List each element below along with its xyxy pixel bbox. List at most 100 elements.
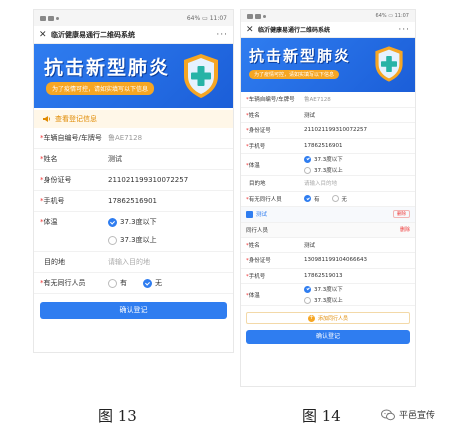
submit-button[interactable]: 确认登记	[40, 302, 227, 319]
vehicle-value: 鲁AE7128	[304, 97, 331, 104]
companions-label: *有无同行人员	[246, 196, 282, 203]
banner-subtitle: 为了疫情可控，请如实填写以下信息	[249, 70, 340, 79]
banner-subtitle: 为了疫情可控，请如实填写以下信息	[46, 82, 155, 95]
temperature-row: *体温 37.3度以下 37.3度以上	[241, 154, 415, 176]
battery-icon: ▭	[202, 14, 210, 22]
temp-above-radio[interactable]: 37.3度以上	[108, 235, 157, 245]
temp-above-radio[interactable]: 37.3度以上	[304, 166, 343, 174]
signal-icons	[40, 15, 59, 21]
destination-input[interactable]: 请输入目的地	[304, 179, 337, 187]
id-input[interactable]: 211021199310072257	[304, 127, 367, 133]
id-row: *身份证号 211021199310072257	[34, 170, 233, 191]
screenshot-figure-13: 64% ▭ 11:07 ✕ 临沂健康易通行二维码系统 ··· 抗击新型肺炎 为了…	[33, 9, 234, 353]
name-label: *姓名	[246, 112, 260, 119]
id-row: *身份证号 211021199310072257	[241, 123, 415, 139]
battery-text: 64%	[375, 13, 387, 19]
banner-title: 抗击新型肺炎	[249, 47, 352, 65]
vehicle-row: *车辆自编号/车牌号 鲁AE7128	[34, 128, 233, 149]
page-title: 临沂健康易通行二维码系统	[51, 30, 135, 39]
temperature-label: *体温	[40, 218, 58, 226]
temp-below-radio[interactable]: 37.3度以下	[304, 155, 343, 163]
name-input[interactable]: 测试	[304, 111, 315, 119]
companions-yes-radio[interactable]: 有	[108, 278, 127, 288]
companion-id-row: *身份证号 130981199104066643	[241, 253, 415, 269]
plus-circle-icon: +	[307, 313, 315, 322]
phone-input[interactable]: 17862516901	[108, 197, 157, 205]
companion-select-row: 测试 删除	[241, 207, 415, 223]
submit-button[interactable]: 确认登记	[246, 330, 410, 344]
companion-temp-below-radio[interactable]: 37.3度以下	[304, 285, 343, 293]
delete-companion-chip[interactable]: 删除	[393, 210, 410, 219]
id-label: *身份证号	[246, 128, 271, 135]
radio-unchecked-icon	[331, 195, 339, 203]
view-registration-link[interactable]: 查看登记信息	[34, 110, 233, 128]
temperature-label: *体温	[246, 162, 260, 169]
radio-unchecked-icon	[108, 278, 117, 288]
wifi-icon	[255, 13, 261, 19]
figure-14-caption: 图 14	[302, 407, 341, 425]
close-icon[interactable]: ✕	[39, 30, 51, 40]
wechat-icon	[381, 409, 395, 420]
companions-no-radio[interactable]: 无	[143, 278, 162, 288]
companion-temp-above-radio[interactable]: 37.3度以上	[304, 296, 343, 304]
radio-checked-icon	[304, 195, 311, 203]
notification-dot-icon	[56, 16, 59, 20]
id-input[interactable]: 211021199310072257	[108, 176, 188, 184]
id-label: *身份证号	[40, 176, 72, 184]
sim-icon	[247, 13, 253, 19]
page-title: 临沂健康易通行二维码系统	[258, 27, 331, 34]
companions-no-radio[interactable]: 无	[331, 195, 347, 203]
radio-unchecked-icon	[108, 235, 117, 245]
companion-phone-label: *手机号	[246, 273, 266, 280]
checkbox-checked-icon	[246, 210, 253, 218]
notification-dot-icon	[263, 14, 266, 18]
companion-section-header: 同行人员 删除	[241, 222, 415, 238]
companions-row: *有无同行人员 有 无	[34, 273, 233, 294]
vehicle-label: *车辆自编号/车牌号	[246, 97, 295, 104]
companion-name-input[interactable]: 测试	[304, 241, 315, 249]
time-text: 11:07	[209, 14, 227, 22]
add-companion-label: 添加同行人员	[317, 315, 348, 322]
temperature-row: *体温 37.3度以下 37.3度以上	[34, 212, 233, 252]
companion-temperature-row: *体温 37.3度以下 37.3度以上	[241, 284, 415, 306]
shield-cross-icon	[375, 46, 403, 82]
companion-phone-row: *手机号 17862519013	[241, 269, 415, 284]
companion-phone-input[interactable]: 17862519013	[304, 273, 343, 279]
status-bar: 64% ▭ 11:07	[241, 10, 415, 22]
close-icon[interactable]: ✕	[246, 25, 258, 35]
vehicle-value: 鲁AE7128	[108, 134, 143, 142]
radio-unchecked-icon	[304, 166, 311, 174]
name-input[interactable]: 测试	[108, 154, 122, 164]
companion-id-input[interactable]: 130981199104066643	[304, 257, 367, 263]
screenshot-figure-14: 64% ▭ 11:07 ✕ 临沂健康易通行二维码系统 ··· 抗击新型肺炎 为了…	[240, 9, 416, 387]
companion-name-label: *姓名	[246, 242, 260, 249]
companion-checkbox[interactable]: 测试	[246, 210, 267, 218]
phone-input[interactable]: 17862516901	[304, 143, 343, 149]
phone-label: *手机号	[40, 197, 65, 205]
signal-icons	[247, 13, 266, 19]
notice-text: 查看登记信息	[55, 115, 97, 123]
time-text: 11:07	[394, 13, 409, 19]
destination-input[interactable]: 请输入目的地	[108, 257, 150, 267]
battery-text: 64%	[186, 14, 201, 22]
companions-label: *有无同行人员	[40, 279, 86, 287]
radio-checked-icon	[143, 278, 152, 288]
phone-label: *手机号	[246, 143, 266, 150]
shield-cross-icon	[184, 54, 218, 98]
app-title-bar: ✕ 临沂健康易通行二维码系统 ···	[34, 26, 233, 44]
speaker-icon	[43, 116, 51, 122]
vehicle-label: *车辆自编号/车牌号	[40, 134, 102, 142]
status-bar: 64% ▭ 11:07	[34, 10, 233, 26]
companions-yes-radio[interactable]: 有	[304, 195, 320, 203]
companion-section-title: 同行人员	[246, 227, 269, 234]
companion-name-row: *姓名 测试	[241, 238, 415, 253]
companion-temperature-label: *体温	[246, 292, 260, 299]
temp-below-radio[interactable]: 37.3度以下	[108, 217, 157, 227]
more-menu-icon[interactable]: ···	[398, 25, 410, 35]
vehicle-row: *车辆自编号/车牌号 鲁AE7128	[241, 92, 415, 108]
watermark-text: 平邑宣传	[399, 411, 436, 421]
add-companion-button[interactable]: + 添加同行人员	[246, 312, 410, 324]
delete-companion-button[interactable]: 删除	[400, 226, 410, 233]
more-menu-icon[interactable]: ···	[216, 30, 228, 40]
banner-title: 抗击新型肺炎	[44, 57, 171, 79]
